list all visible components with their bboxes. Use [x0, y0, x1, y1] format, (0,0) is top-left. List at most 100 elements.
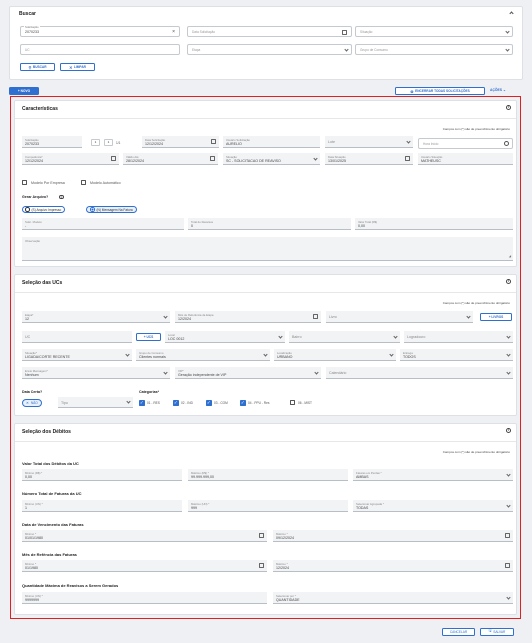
etapa-select[interactable]: Etapa [187, 44, 352, 55]
grupo-consumo-select[interactable]: Grupo de Consumo [355, 44, 513, 55]
modelo-automatico-checkbox[interactable] [81, 180, 86, 185]
cat-04-checkbox[interactable]: ✓ [240, 400, 246, 406]
novo-button[interactable]: + NOVO [9, 87, 39, 95]
max-rs-field[interactable]: Máximo (R$) * 99.999.999,00 [188, 469, 348, 481]
modelo-empresa-checkbox[interactable] [22, 180, 27, 185]
situacao-field[interactable]: Situação SC - SOLICITACAO DE REAVISO [223, 153, 320, 165]
calendar-icon[interactable] [210, 156, 215, 161]
envio-mensagem-field[interactable]: Envio Mensagem* Nenhum [22, 367, 170, 379]
chevron-down-icon [389, 352, 394, 357]
info-icon[interactable]: i [59, 194, 64, 199]
cat-01-checkbox[interactable]: ✓ [139, 400, 145, 406]
usuario-solicitacao-field: Usuário Solicitação AURELIO [223, 136, 320, 148]
info-icon[interactable]: i [506, 105, 511, 110]
search-title: Buscar [19, 11, 36, 17]
observacao-textarea[interactable]: Observação ◢ [22, 237, 513, 261]
mes-min-field[interactable]: Mínimo * 01/1980 [22, 560, 267, 572]
cat-04-label: 04 - PPU - Res [248, 401, 270, 405]
limpar-button[interactable]: ✕ LIMPAR [60, 63, 95, 71]
uc-search-input[interactable]: UC [20, 44, 180, 55]
data-solicitacao-field[interactable]: Data Solicitação 12/12/2024 [142, 136, 219, 148]
localizacao-field[interactable]: Localização URBANO [274, 349, 396, 361]
buscar-button[interactable]: ⚲ BUSCAR [20, 63, 55, 71]
ucs-title: Seleção das UCs [22, 280, 63, 286]
caracteristicas-panel: Características i Campos com (*) são de … [14, 100, 517, 267]
mes-referencia-field[interactable]: Mês de Referência da Etapa 12/2024 [175, 311, 321, 323]
solicitacao-field[interactable]: Solicitação 2070233 [22, 136, 82, 148]
local-field[interactable]: Local LOC 0012 [165, 331, 285, 343]
calendario-select[interactable]: Calendário [326, 367, 513, 379]
add-livros-button[interactable]: + LIVROS [480, 313, 512, 321]
resize-handle-icon[interactable]: ◢ [509, 254, 511, 258]
chevron-down-icon [505, 29, 510, 34]
calendar-icon[interactable] [505, 563, 510, 568]
tipo-select[interactable]: Tipo [58, 397, 133, 408]
cat-02-checkbox[interactable]: ✓ [173, 400, 179, 406]
bairro-select[interactable]: Bairro [289, 331, 400, 343]
add-ucs-button[interactable]: + UCS [136, 333, 161, 341]
clock-icon[interactable] [504, 141, 509, 146]
close-icon: ✕ [69, 64, 73, 70]
collapse-icon[interactable] [509, 11, 514, 16]
venc-min-field[interactable]: Mínimo * 01/01/1980 [22, 530, 267, 542]
entrega-field[interactable]: Entrega TODOS [400, 349, 513, 361]
calendar-icon[interactable] [505, 533, 510, 538]
min-rs-field[interactable]: Mínimo (R$) * 0,00 [22, 469, 182, 481]
acoes-menu[interactable]: AÇÕES ⌄ [490, 88, 506, 92]
radio-mensagem-fatura[interactable]: (N) Mensagem Na Fatura [86, 206, 137, 213]
faturas-perdas-field[interactable]: Faturas em Perdas * AMBAS [353, 469, 513, 481]
clear-icon[interactable]: × [172, 29, 175, 35]
grupo-consumo-field[interactable]: Grupo de Consumo Clientes normais [136, 349, 270, 361]
page-next-button[interactable]: 1 [104, 139, 113, 146]
info-icon[interactable]: i [506, 279, 511, 284]
min-un-field[interactable]: Mínimo (UN) * 1 [22, 500, 182, 512]
selecionar-por-field[interactable]: Selecionar por * QUANTIDADE [273, 592, 513, 604]
nao-chip[interactable]: ✕ NÃO [22, 399, 42, 407]
calendar-icon[interactable] [259, 563, 264, 568]
data-solicitacao-input[interactable]: Data Solicitação [187, 26, 352, 37]
required-note: Campos com (*) são de preenchimento obri… [442, 450, 510, 454]
data-situacao-field[interactable]: Data Situação 13/01/2025 [325, 153, 413, 165]
encerrar-button[interactable]: ⊗ ENCERRAR TODAS SOLICITAÇÕES [395, 87, 485, 95]
calendar-icon[interactable] [259, 533, 264, 538]
calendar-icon[interactable] [211, 139, 216, 144]
competencia-field[interactable]: Competência* 12/12/2024 [22, 153, 119, 165]
situacao-select[interactable]: Situação [355, 26, 513, 37]
chevron-down-icon [126, 399, 131, 404]
data-certa-label: Data Certa? [22, 390, 43, 394]
calendar-icon[interactable] [313, 314, 318, 319]
mes-referencia-title: Mês de Refência das Faturas [22, 552, 77, 557]
chevron-down-icon [466, 314, 471, 319]
selecionar-agrupada-field[interactable]: Selecionar Agrupada * TODAS [353, 500, 513, 512]
hora-inicio-input[interactable]: Hora Início [418, 138, 513, 149]
logradouro-select[interactable]: Logradouro [404, 331, 513, 343]
radio-selected-icon [90, 207, 95, 212]
close-icon[interactable]: ✕ [26, 401, 29, 405]
lote-select[interactable]: Lote [325, 136, 413, 148]
page-prev-button[interactable]: 1 [91, 139, 100, 146]
etapa-field[interactable]: Etapa* 12 [22, 311, 170, 323]
valido-ate-field[interactable]: Válido Até 28/12/2024 [123, 153, 218, 165]
salvar-button[interactable]: 🖫 SALVAR [480, 628, 514, 636]
max-un-field[interactable]: Máximo (UN) * 999 [188, 500, 348, 512]
cat-06-checkbox[interactable] [290, 400, 295, 405]
venc-max-field[interactable]: Máximo * 09/12/2024 [273, 530, 513, 542]
mes-max-field[interactable]: Máximo * 12/2024 [273, 560, 513, 572]
situacao-uc-field[interactable]: Situação* LIGADA/CORTE RECENTE [22, 349, 132, 361]
uc-field[interactable]: UC [22, 331, 132, 343]
calendar-icon[interactable] [111, 156, 116, 161]
cat-03-checkbox[interactable]: ✓ [206, 400, 212, 406]
search-icon: ⚲ [28, 64, 32, 70]
info-icon[interactable]: i [506, 428, 511, 433]
cancelar-button[interactable]: CANCELAR [442, 628, 475, 636]
vip-field[interactable]: VIP* Geração independente de VIP [175, 367, 321, 379]
solicitacao-search-input[interactable]: Solicitação 2070233 × [20, 24, 180, 37]
quantidade-title: Quantidade Máxima de Reavisos a Serem Ge… [22, 583, 119, 588]
search-panel: Buscar Solicitação 2070233 × Data Solici… [9, 6, 523, 80]
calendar-icon[interactable] [405, 156, 410, 161]
livro-select[interactable]: Livro [326, 311, 473, 323]
calendar-icon[interactable] [342, 29, 347, 35]
caracteristicas-title: Características [22, 106, 58, 112]
radio-arquivo-impresso[interactable]: (S) Arquivo Impresso [22, 206, 66, 213]
qtd-min-field[interactable]: Mínimo (UN) * 9999999 [22, 592, 267, 604]
